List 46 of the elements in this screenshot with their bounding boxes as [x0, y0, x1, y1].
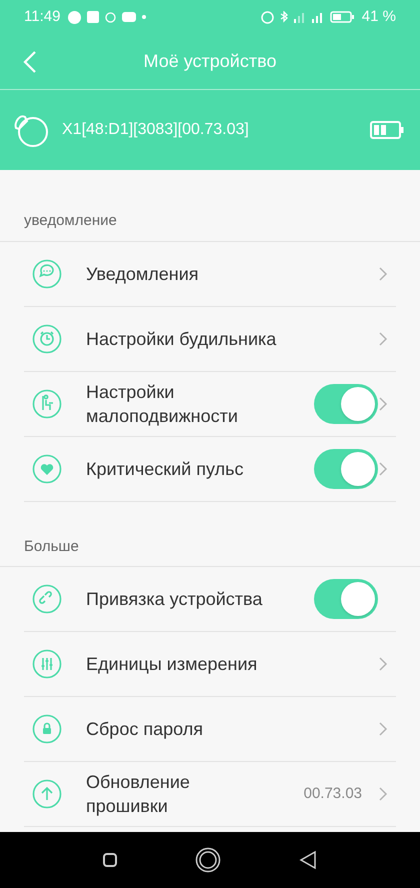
- status-time: 11:49: [24, 6, 60, 27]
- dot-icon: [142, 15, 146, 19]
- chevron-icon: [378, 721, 388, 737]
- sitting-person-icon: [32, 388, 62, 418]
- alarm-clock-icon: [32, 324, 62, 354]
- link-icon: [32, 584, 62, 614]
- chevron-icon: [378, 330, 388, 346]
- lock-icon: [32, 714, 62, 744]
- toggle-switch[interactable]: [314, 384, 378, 424]
- toggle-switch[interactable]: [314, 448, 378, 488]
- device-name: X1[48:D1][3083][00.73.03]: [62, 120, 250, 140]
- settings-row[interactable]: Критический пульс: [24, 436, 396, 502]
- row-label: Привязка устройства: [86, 588, 264, 611]
- sliders-icon: [32, 649, 62, 679]
- home-button[interactable]: [195, 847, 221, 873]
- settings-row[interactable]: Уведомления: [24, 242, 396, 306]
- settings-row[interactable]: Привязка устройства: [24, 567, 396, 632]
- settings-row[interactable]: Настройки малоподвижности: [24, 372, 396, 436]
- section-header: Больше: [0, 536, 420, 567]
- chevron-icon: [378, 656, 388, 672]
- row-label: Единицы измерения: [86, 653, 258, 676]
- battery-icon: [370, 121, 404, 139]
- chevron-icon: [378, 266, 388, 282]
- settings-row[interactable]: Сброс пароля: [24, 697, 396, 762]
- settings-row[interactable]: Обновление прошивки 00.73.03: [24, 762, 396, 827]
- row-label: Критический пульс: [86, 458, 244, 480]
- signal-icon: [294, 11, 306, 23]
- chat-bubble-icon: [32, 258, 62, 288]
- bluetooth-icon: [280, 11, 288, 23]
- recents-button[interactable]: [103, 853, 117, 867]
- back-nav-button[interactable]: [299, 850, 317, 870]
- row-label: Уведомления: [86, 262, 200, 286]
- row-label: Сброс пароля: [86, 718, 204, 741]
- row-label: Обновление прошивки: [86, 771, 191, 818]
- battery-charging-icon: [330, 11, 354, 23]
- section-header: уведомление: [0, 210, 420, 242]
- row-value: 00.73.03: [302, 784, 362, 804]
- toggle-switch[interactable]: [314, 579, 378, 619]
- page-title: Моё устройство: [144, 50, 276, 73]
- chevron-icon: [378, 786, 388, 802]
- settings-row[interactable]: Настройки будильника: [24, 306, 396, 372]
- battery-percent: 41 %: [362, 6, 396, 27]
- row-label: Настройки малоподвижности: [86, 380, 239, 428]
- settings-row[interactable]: Единицы измерения: [24, 632, 396, 697]
- signal-icon: [312, 11, 324, 23]
- row-label: Настройки будильника: [86, 328, 278, 350]
